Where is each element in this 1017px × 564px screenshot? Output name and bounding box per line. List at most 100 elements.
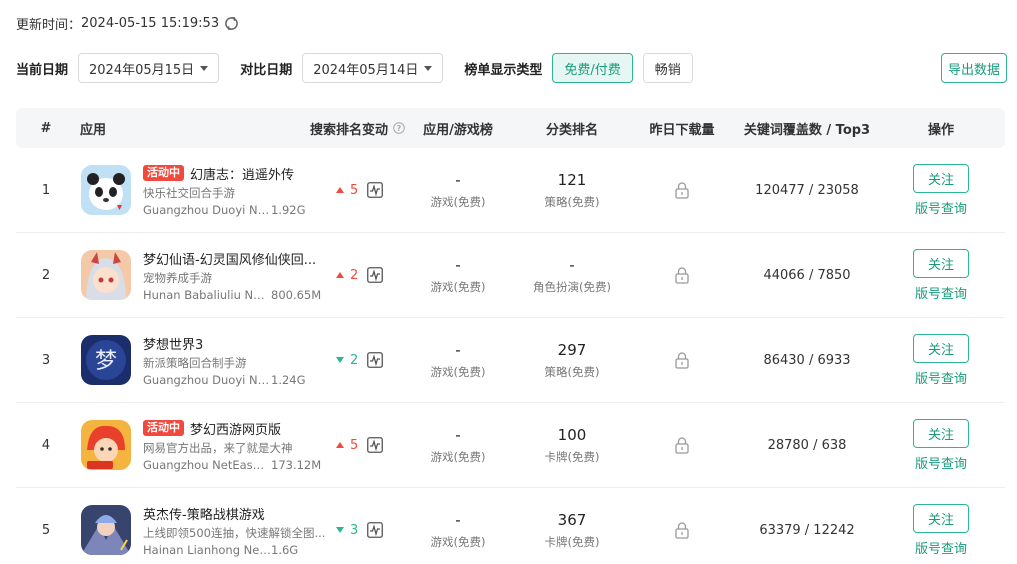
- app-developer-line: Guangzhou Duoyi Ne... 1.24G: [143, 373, 333, 387]
- category-type: 策略(免费): [544, 194, 600, 209]
- refresh-icon[interactable]: [224, 16, 239, 31]
- category-rank: 100: [557, 425, 587, 444]
- chart-type-free-paid[interactable]: 免费/付费: [552, 53, 633, 83]
- chart-type: 游戏(免费): [430, 194, 486, 209]
- activity-badge: 活动中: [143, 420, 184, 436]
- app-icon[interactable]: [81, 505, 131, 555]
- app-developer: Guangzhou Duoyi Ne...: [143, 203, 271, 217]
- app-icon[interactable]: [81, 420, 131, 470]
- app-info: 英杰传-策略战棋游戏 上线即领500连抽，快速解锁全图... Hainan Li…: [143, 504, 333, 558]
- header-rank: #: [40, 120, 52, 136]
- chart-rank: -: [455, 170, 461, 189]
- chart-type: 游戏(免费): [430, 364, 486, 379]
- change-value: 5: [350, 437, 359, 453]
- trend-chart-icon[interactable]: [367, 267, 384, 283]
- version-query-link[interactable]: 版号查询: [915, 198, 967, 217]
- app-size: 1.6G: [271, 543, 299, 557]
- search-rank-change: 3: [336, 488, 384, 564]
- chart-rank: -: [455, 255, 461, 274]
- search-rank-change: 5: [336, 148, 384, 232]
- search-rank-change: 2: [336, 318, 384, 402]
- chart-type-grossing[interactable]: 畅销: [642, 53, 693, 83]
- filter-bar: 当前日期 2024年05月15日 对比日期 2024年05月14日 榜单显示类型…: [16, 53, 1007, 83]
- version-query-link[interactable]: 版号查询: [915, 283, 967, 302]
- compare-date-value: 2024年05月14日: [313, 62, 419, 78]
- lock-icon[interactable]: [675, 521, 689, 539]
- follow-button[interactable]: 关注: [913, 333, 969, 363]
- change-arrow-icon: [336, 357, 344, 363]
- app-developer: Hunan Babaliuliu Net...: [143, 288, 271, 302]
- change-value: 2: [350, 267, 359, 283]
- category-rank: 121: [557, 170, 587, 189]
- chart-type: 游戏(免费): [430, 279, 486, 294]
- change-value: 2: [350, 352, 359, 368]
- update-time-label: 更新时间：: [16, 17, 82, 33]
- app-developer: Hainan Lianhong Net...: [143, 543, 271, 557]
- app-developer-line: Hainan Lianhong Net... 1.6G: [143, 543, 333, 557]
- app-icon[interactable]: [81, 250, 131, 300]
- chevron-down-icon: [200, 65, 209, 71]
- compare-date-select[interactable]: 2024年05月14日: [302, 53, 444, 83]
- export-data-button[interactable]: 导出数据: [940, 53, 1007, 83]
- app-developer-line: Guangzhou Duoyi Ne... 1.92G: [143, 203, 333, 217]
- follow-button[interactable]: 关注: [913, 248, 969, 278]
- app-name[interactable]: 梦想世界3: [143, 334, 203, 353]
- app-icon[interactable]: [81, 165, 131, 215]
- keyword-coverage: 28780 / 638: [767, 437, 847, 453]
- app-info: 梦幻仙语-幻灵国风修仙侠回... 宠物养成手游 Hunan Babaliuliu…: [143, 249, 333, 303]
- app-developer: Guangzhou NetEase ...: [143, 458, 271, 472]
- rank-number: 1: [41, 182, 51, 198]
- trend-chart-icon[interactable]: [367, 522, 384, 538]
- keyword-coverage: 86430 / 6933: [763, 352, 851, 368]
- change-arrow-icon: [336, 442, 344, 448]
- table-row: 4 活动中 梦幻西游网页版 网易官方出品，来了就是大神 Guangzhou Ne…: [16, 403, 1005, 488]
- header-downloads: 昨日下载量: [649, 122, 715, 138]
- help-icon[interactable]: ?: [393, 122, 405, 134]
- category-type: 策略(免费): [544, 364, 600, 379]
- compare-date-label: 对比日期: [240, 62, 293, 78]
- app-developer-line: Guangzhou NetEase ... 173.12M: [143, 458, 333, 472]
- table-row: 1 活动中 幻唐志：逍遥外传 快乐社交回合手游 Guangzhou Duoyi …: [16, 148, 1005, 233]
- rank-number: 5: [41, 522, 51, 538]
- trend-chart-icon[interactable]: [367, 437, 384, 453]
- change-arrow-icon: [336, 187, 344, 193]
- version-query-link[interactable]: 版号查询: [915, 453, 967, 472]
- follow-button[interactable]: 关注: [913, 163, 969, 193]
- lock-icon[interactable]: [675, 266, 689, 284]
- chevron-down-icon: [424, 65, 433, 71]
- header-search-change: 搜索排名变动 ?: [310, 108, 405, 148]
- chart-type-label: 榜单显示类型: [464, 62, 543, 78]
- app-name[interactable]: 梦幻西游网页版: [190, 419, 281, 438]
- update-time-value: 2024-05-15 15:19:53: [81, 15, 220, 31]
- follow-button[interactable]: 关注: [913, 503, 969, 533]
- app-name[interactable]: 英杰传-策略战棋游戏: [143, 504, 265, 523]
- header-category-rank: 分类排名: [545, 122, 598, 138]
- app-info: 梦想世界3 新派策略回合制手游 Guangzhou Duoyi Ne... 1.…: [143, 334, 333, 388]
- category-type: 卡牌(免费): [544, 449, 600, 464]
- current-date-select[interactable]: 2024年05月15日: [78, 53, 220, 83]
- ranking-table: # 应用 搜索排名变动 ? 应用/游戏榜 分类排名 昨日下载量 关键词覆盖数 /…: [16, 108, 1005, 564]
- current-date-label: 当前日期: [16, 62, 69, 78]
- rank-number: 4: [41, 437, 51, 453]
- category-rank: 367: [557, 510, 587, 529]
- app-size: 1.24G: [271, 373, 306, 387]
- app-name[interactable]: 幻唐志：逍遥外传: [190, 164, 294, 183]
- chart-rank: -: [455, 425, 461, 444]
- lock-icon[interactable]: [675, 181, 689, 199]
- trend-chart-icon[interactable]: [367, 182, 384, 198]
- follow-button[interactable]: 关注: [913, 418, 969, 448]
- lock-icon[interactable]: [675, 436, 689, 454]
- lock-icon[interactable]: [675, 351, 689, 369]
- version-query-link[interactable]: 版号查询: [915, 538, 967, 557]
- category-type: 角色扮演(免费): [533, 279, 611, 294]
- chart-rank: -: [455, 510, 461, 529]
- app-name[interactable]: 梦幻仙语-幻灵国风修仙侠回...: [143, 249, 316, 268]
- trend-chart-icon[interactable]: [367, 352, 384, 368]
- version-query-link[interactable]: 版号查询: [915, 368, 967, 387]
- current-date-value: 2024年05月15日: [89, 62, 195, 78]
- app-icon[interactable]: 梦: [81, 335, 131, 385]
- table-header: # 应用 搜索排名变动 ? 应用/游戏榜 分类排名 昨日下载量 关键词覆盖数 /…: [16, 108, 1005, 148]
- keyword-coverage: 63379 / 12242: [759, 522, 855, 538]
- change-value: 5: [350, 182, 359, 198]
- app-subtitle: 网易官方出品，来了就是大神: [143, 441, 293, 455]
